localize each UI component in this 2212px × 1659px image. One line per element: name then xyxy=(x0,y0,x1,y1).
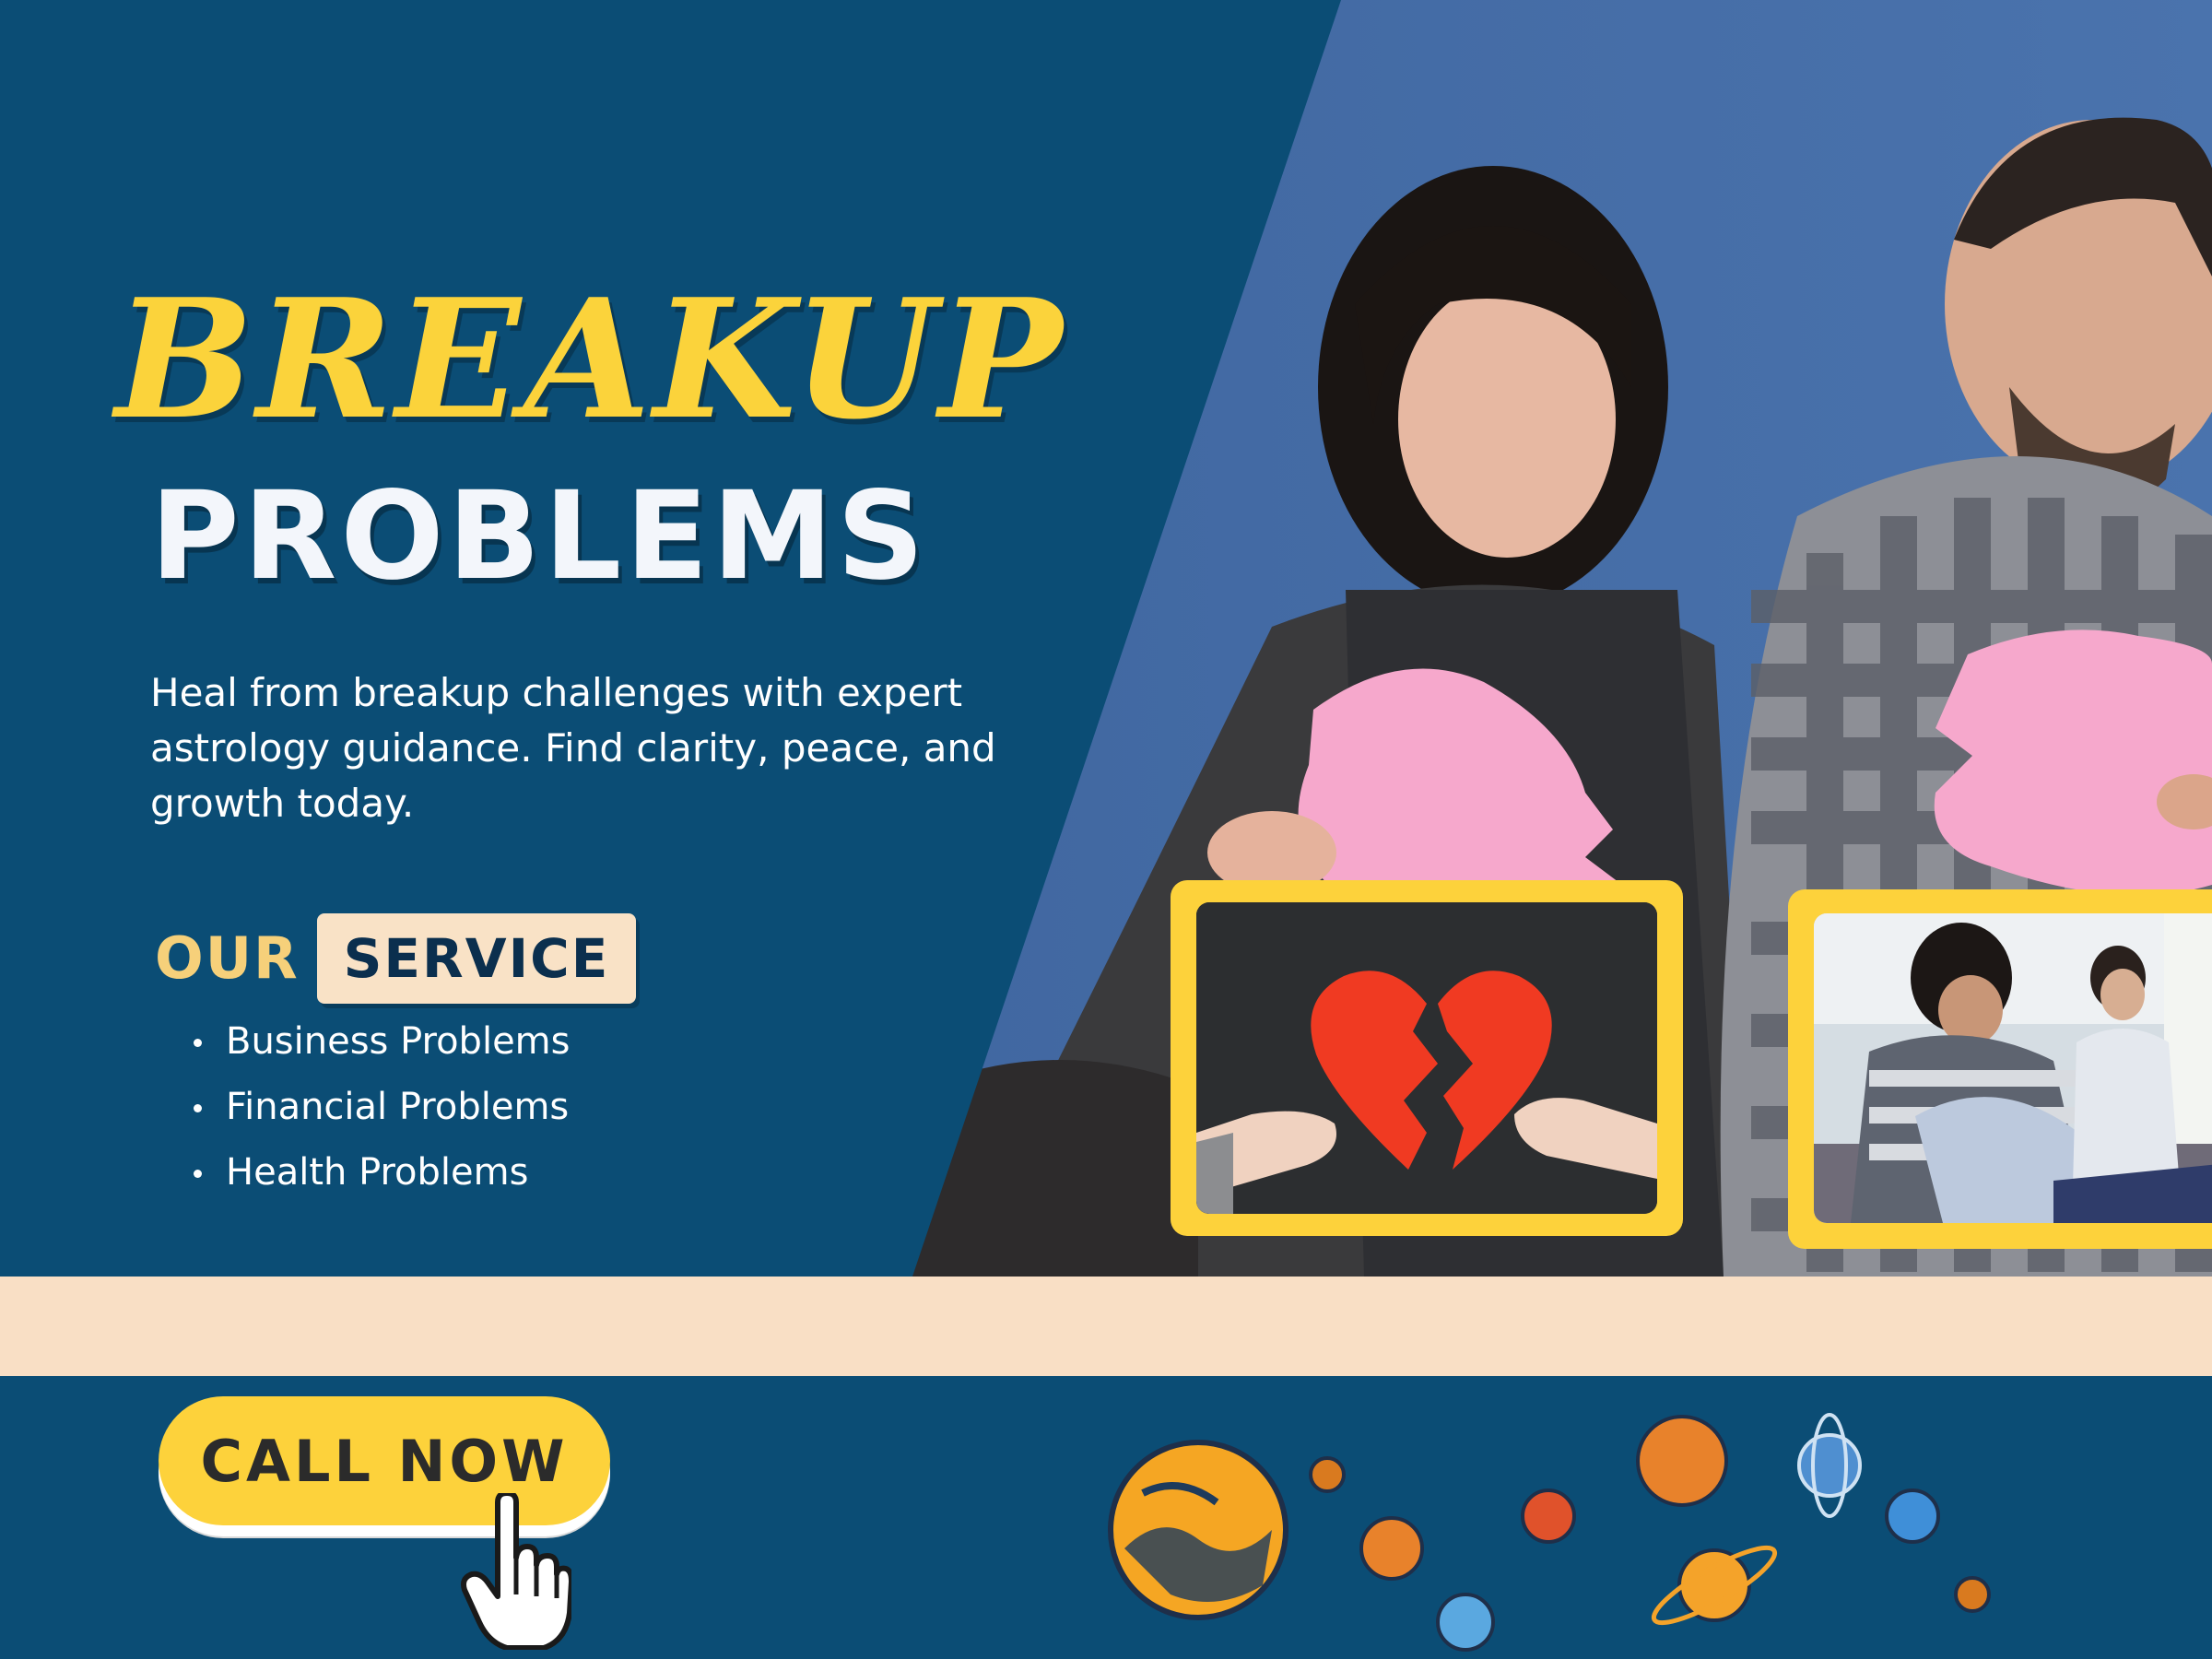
sad-couple-photo xyxy=(1814,913,2212,1223)
service-item: Business Problems xyxy=(189,1014,570,1079)
call-now-label: CALL NOW xyxy=(200,1427,569,1495)
service-label-prefix: OUR xyxy=(155,924,300,992)
bullet-icon xyxy=(194,1039,202,1047)
service-label-highlight: SERVICE xyxy=(343,927,610,990)
headline-problems: PROBLEMS xyxy=(150,465,928,607)
service-label-box: SERVICE xyxy=(317,913,636,1004)
service-item-label: Business Problems xyxy=(226,1020,571,1063)
services-list: Business Problems Financial Problems Hea… xyxy=(189,1014,570,1210)
broken-heart-photo-frame xyxy=(1171,880,1683,1236)
planets-illustration xyxy=(1108,1413,1991,1652)
bullet-icon xyxy=(194,1170,202,1178)
headline-breakup: BREAKUP xyxy=(115,263,1065,455)
service-item: Financial Problems xyxy=(189,1079,570,1145)
hand-pointer-icon xyxy=(461,1493,571,1650)
broken-heart-icon xyxy=(1196,902,1657,1214)
service-item-label: Financial Problems xyxy=(226,1086,570,1128)
bullet-icon xyxy=(194,1104,202,1112)
cream-divider-stripe xyxy=(0,1277,2212,1376)
broken-heart-photo xyxy=(1196,902,1657,1214)
sad-couple-icon xyxy=(1814,913,2212,1223)
service-item: Health Problems xyxy=(189,1145,570,1210)
description-text: Heal from breakup challenges with expert… xyxy=(150,670,996,826)
sad-couple-photo-frame xyxy=(1788,889,2212,1249)
service-item-label: Health Problems xyxy=(226,1151,529,1194)
